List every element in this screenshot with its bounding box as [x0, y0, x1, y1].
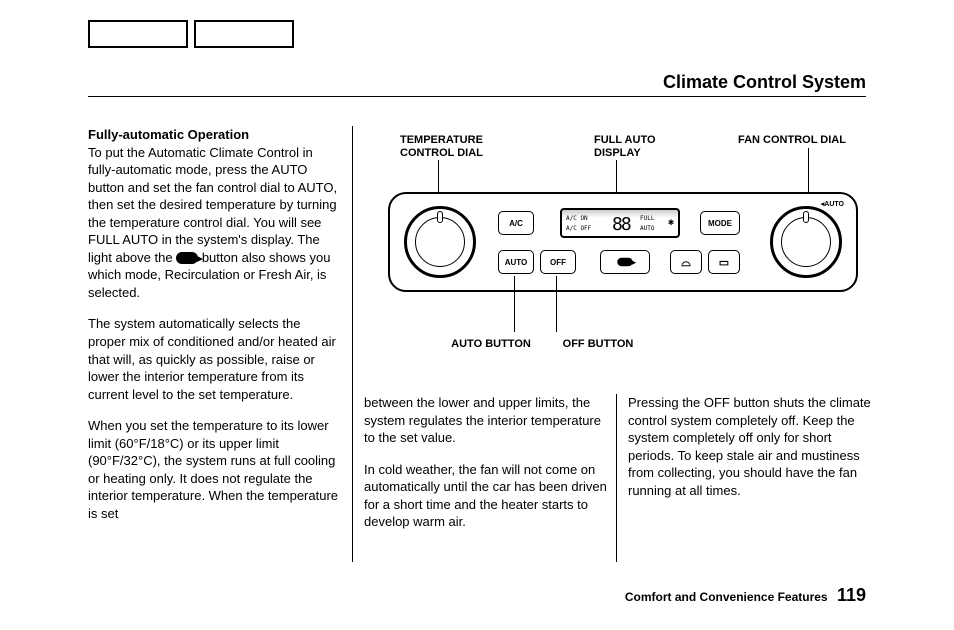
label-fan-control-dial: FAN CONTROL DIAL: [738, 134, 868, 147]
ac-button: A/C: [498, 211, 534, 235]
dial-marker: [803, 211, 809, 223]
display-panel: A/C ON A/C OFF 88 FULL AUTO ✱: [560, 208, 680, 238]
dial-auto-label: ◂AUTO: [821, 200, 844, 208]
body-paragraph: When you set the temperature to its lowe…: [88, 417, 340, 522]
dial-inner: [415, 217, 465, 267]
fan-icon: ✱: [668, 218, 674, 228]
label-full-auto-display: FULL AUTO DISPLAY: [594, 134, 684, 160]
recirculation-icon: [617, 258, 632, 266]
footer-section-name: Comfort and Convenience Features: [625, 590, 828, 604]
display-ac-on: A/C ON: [566, 216, 588, 222]
body-paragraph: Pressing the OFF button shuts the climat…: [628, 394, 872, 499]
auto-button: AUTO: [498, 250, 534, 274]
top-box: [194, 20, 294, 48]
display-ac-off: A/C OFF: [566, 226, 591, 232]
column-1: Fully-automatic Operation To put the Aut…: [88, 126, 340, 536]
top-box: [88, 20, 188, 48]
label-off-button: OFF BUTTON: [548, 338, 648, 351]
off-button: OFF: [540, 250, 576, 274]
mode-button: MODE: [700, 211, 740, 235]
page-footer: Comfort and Convenience Features 119: [625, 585, 866, 606]
page-title: Climate Control System: [663, 72, 866, 93]
dial-inner: [781, 217, 831, 267]
display-auto: AUTO: [640, 226, 654, 232]
display-temperature-digits: 88: [612, 216, 630, 234]
fan-dial: [770, 206, 842, 278]
dial-marker: [437, 211, 443, 223]
recirculation-button: [600, 250, 650, 274]
label-temperature-dial: TEMPERATURE CONTROL DIAL: [400, 134, 510, 160]
climate-control-diagram: TEMPERATURE CONTROL DIAL FULL AUTO DISPL…: [368, 126, 878, 366]
defrost-rear-button: ▭: [708, 250, 740, 274]
top-placeholder-boxes: [88, 20, 294, 48]
body-paragraph: The system automatically selects the pro…: [88, 315, 340, 403]
column-3: Pressing the OFF button shuts the climat…: [628, 394, 872, 513]
column-divider: [352, 126, 353, 562]
leader-line: [556, 276, 557, 332]
body-text: To put the Automatic Climate Control in …: [88, 145, 337, 265]
label-auto-button: AUTO BUTTON: [436, 338, 546, 351]
column-divider: [616, 394, 617, 562]
body-paragraph: In cold weather, the fan will not come o…: [364, 461, 608, 531]
body-paragraph: Fully-automatic Operation To put the Aut…: [88, 126, 340, 301]
leader-line: [514, 276, 515, 332]
header-rule: [88, 96, 866, 97]
display-full: FULL: [640, 216, 654, 222]
body-paragraph: between the lower and upper limits, the …: [364, 394, 608, 447]
page-content: Fully-automatic Operation To put the Aut…: [88, 126, 866, 570]
defrost-front-button: ⌓: [670, 250, 702, 274]
section-heading: Fully-automatic Operation: [88, 127, 249, 142]
page-number: 119: [837, 585, 866, 605]
recirculation-icon: [176, 252, 198, 264]
column-2: between the lower and upper limits, the …: [364, 394, 608, 545]
control-panel: ◂AUTO A/C MODE A/C ON A/C OFF 88 FULL AU…: [388, 192, 858, 292]
temperature-dial: [404, 206, 476, 278]
